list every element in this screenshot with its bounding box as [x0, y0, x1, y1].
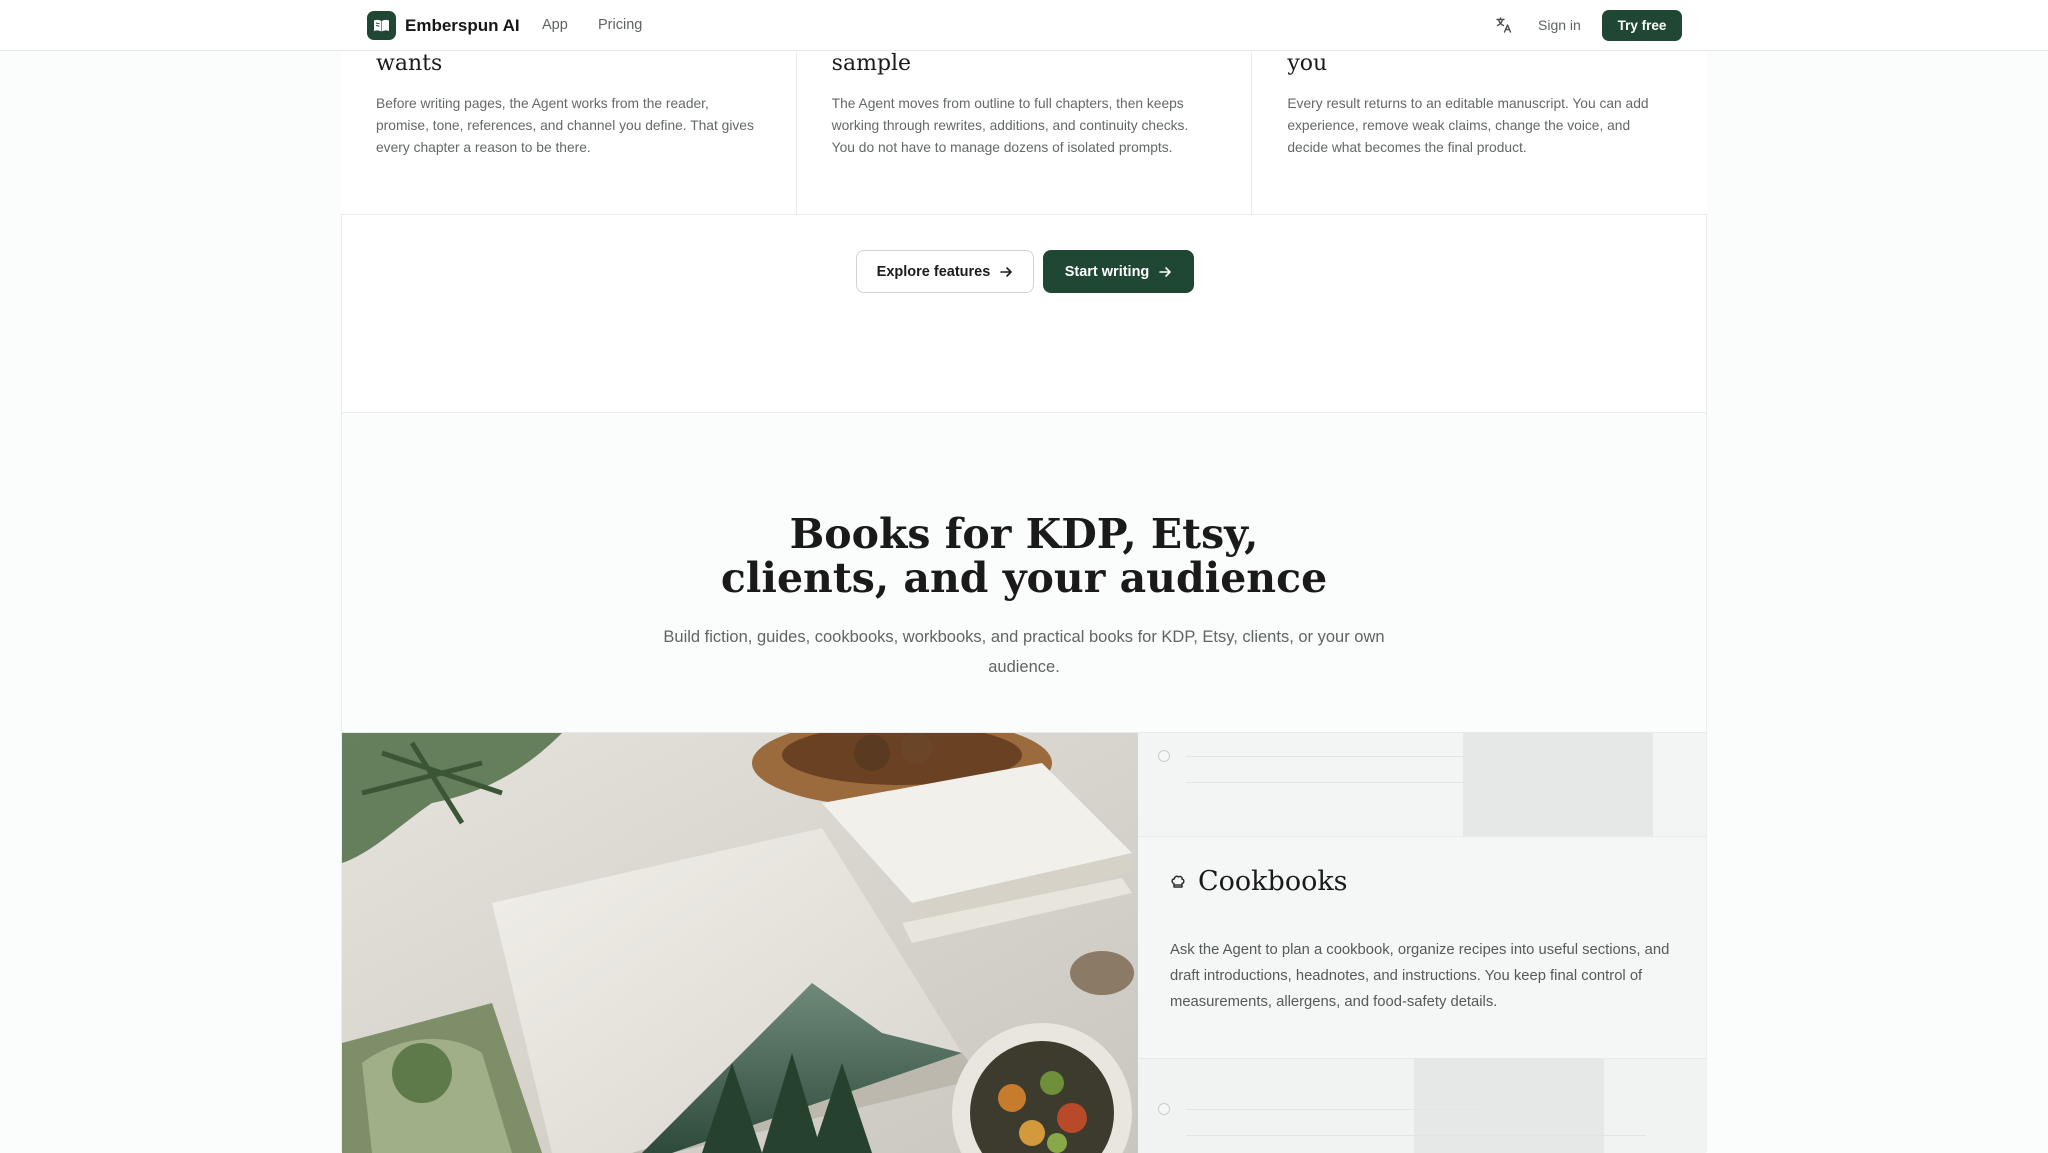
start-writing-button[interactable]: Start writing	[1043, 250, 1194, 293]
frame-border-right	[1706, 51, 1707, 1152]
skeleton-block	[1414, 1059, 1604, 1153]
books-title-line-2: clients, and your audience	[720, 554, 1328, 602]
book-type-card-cookbooks[interactable]: Cookbooks Ask the Agent to plan a cookbo…	[1138, 836, 1706, 1059]
explore-features-button[interactable]: Explore features	[856, 250, 1034, 293]
translate-icon[interactable]	[1494, 15, 1514, 35]
start-writing-label: Start writing	[1064, 263, 1150, 280]
skeleton-radio	[1158, 1103, 1170, 1115]
cta-area: Explore features Start writing	[342, 215, 1706, 413]
nav-link-app[interactable]: App	[542, 17, 568, 33]
card-title: Cookbooks	[1198, 866, 1348, 897]
chef-hat-icon	[1171, 875, 1185, 888]
feature-column: sample The Agent moves from outline to f…	[797, 51, 1253, 214]
feature-title: sample	[831, 51, 912, 76]
explore-features-label: Explore features	[876, 263, 991, 280]
books-section-title: Books for KDP, Etsy, clients, and your a…	[0, 512, 2048, 600]
card-header: Cookbooks	[1170, 866, 1348, 897]
skeleton-line	[1186, 1135, 1646, 1136]
brand-name: Emberspun AI	[405, 15, 520, 35]
skeleton-line	[1186, 782, 1486, 783]
feature-columns: wants Before writing pages, the Agent wo…	[341, 51, 1707, 215]
open-book-icon	[367, 11, 396, 40]
cookbook-photo	[342, 733, 1138, 1153]
top-navigation: Emberspun AI App Pricing Sign in Try fre…	[0, 0, 2048, 51]
card-description: Ask the Agent to plan a cookbook, organi…	[1170, 942, 1670, 1010]
brand[interactable]: Emberspun AI	[367, 11, 520, 40]
skeleton-line	[1186, 756, 1466, 757]
book-type-panel: Cookbooks Ask the Agent to plan a cookbo…	[1138, 733, 1706, 1153]
feature-title: wants	[376, 51, 443, 76]
skeleton-block	[1463, 733, 1653, 836]
skeleton-line	[1186, 1109, 1486, 1110]
arrow-right-icon	[1000, 266, 1013, 277]
feature-column: you Every result returns to an editable …	[1252, 51, 1707, 214]
feature-description: Every result returns to an editable manu…	[1287, 96, 1649, 155]
feature-description: Before writing pages, the Agent works fr…	[376, 96, 754, 155]
arrow-right-icon	[1159, 266, 1172, 277]
books-title-line-1: Books for KDP, Etsy,	[789, 510, 1259, 558]
book-type-showcase: Cookbooks Ask the Agent to plan a cookbo…	[342, 732, 1706, 1153]
skeleton-radio	[1158, 750, 1170, 762]
feature-description: The Agent moves from outline to full cha…	[831, 96, 1189, 155]
feature-title: you	[1287, 51, 1328, 76]
books-section-subtitle: Build fiction, guides, cookbooks, workbo…	[663, 628, 1385, 676]
decorative-skeleton-top	[1138, 733, 1706, 836]
feature-column: wants Before writing pages, the Agent wo…	[341, 51, 797, 214]
sign-in-link[interactable]: Sign in	[1538, 17, 1581, 33]
nav-link-pricing[interactable]: Pricing	[598, 17, 642, 33]
try-free-button[interactable]: Try free	[1602, 10, 1682, 41]
